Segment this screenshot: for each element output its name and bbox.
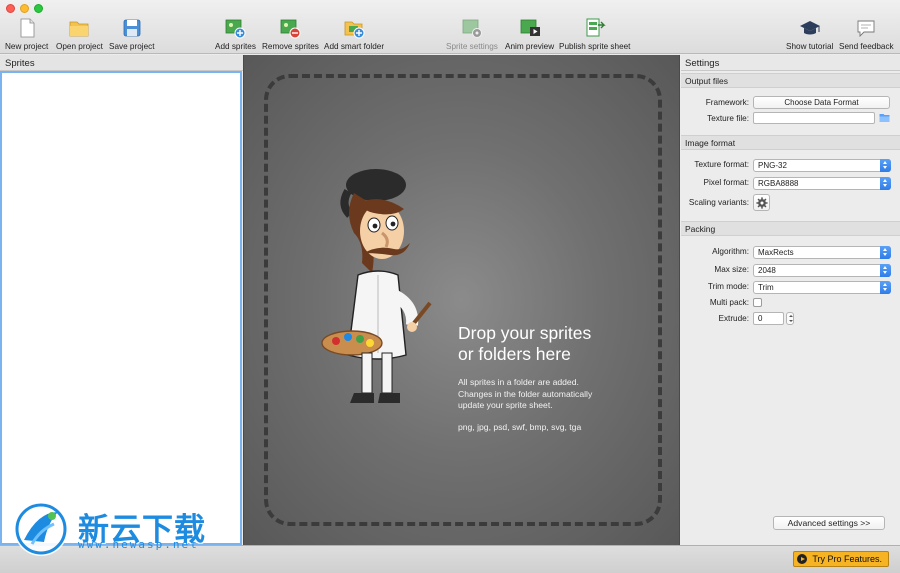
sprites-list[interactable] bbox=[0, 71, 242, 545]
drop-description-line2: Changes in the folder automatically bbox=[458, 388, 593, 399]
choose-data-format-button[interactable]: Choose Data Format bbox=[753, 96, 890, 109]
send-feedback-button[interactable]: Send feedback bbox=[839, 17, 894, 53]
film-play-icon bbox=[520, 19, 540, 36]
algorithm-value: MaxRects bbox=[758, 248, 794, 257]
watermark: 新云下载 www.newasp.net bbox=[6, 498, 226, 560]
speech-bubble-icon bbox=[857, 20, 875, 38]
anim-preview-button[interactable]: Anim preview bbox=[505, 17, 554, 53]
drop-title: Drop your sprites or folders here bbox=[458, 323, 658, 365]
pixel-format-label: Pixel format: bbox=[703, 178, 750, 187]
folder-add-icon bbox=[344, 21, 365, 39]
scaling-variants-label: Scaling variants: bbox=[688, 198, 749, 207]
algorithm-select[interactable]: MaxRects bbox=[753, 246, 891, 259]
multi-pack-checkbox[interactable] bbox=[753, 298, 762, 307]
new-project-button[interactable]: New project bbox=[5, 17, 48, 53]
try-pro-features-label: Try Pro Features. bbox=[812, 554, 882, 564]
texture-format-label: Texture format: bbox=[694, 160, 749, 169]
publish-sprite-sheet-label: Publish sprite sheet bbox=[559, 42, 631, 51]
texture-file-field[interactable] bbox=[753, 112, 875, 124]
algorithm-label: Algorithm: bbox=[712, 247, 749, 256]
watermark-logo-icon bbox=[14, 502, 68, 556]
extrude-stepper[interactable] bbox=[786, 312, 794, 325]
texture-file-label: Texture file: bbox=[707, 114, 749, 123]
folder-browse-icon[interactable] bbox=[879, 112, 890, 123]
publish-sprite-sheet-button[interactable]: Publish sprite sheet bbox=[559, 17, 630, 53]
pixel-format-select[interactable]: RGBA8888 bbox=[753, 177, 891, 190]
send-feedback-label: Send feedback bbox=[839, 42, 894, 51]
sprite-settings-button[interactable]: Sprite settings bbox=[446, 17, 498, 53]
open-project-button[interactable]: Open project bbox=[56, 17, 103, 53]
image-add-icon bbox=[226, 19, 246, 39]
remove-sprites-button[interactable]: Remove sprites bbox=[262, 17, 319, 53]
save-project-button[interactable]: Save project bbox=[109, 17, 155, 53]
drop-canvas[interactable]: Drop your sprites or folders here All sp… bbox=[243, 55, 680, 545]
gear-icon bbox=[755, 196, 768, 209]
multi-pack-label: Multi pack: bbox=[709, 298, 749, 307]
new-project-label: New project bbox=[5, 42, 49, 51]
sprites-panel-header: Sprites bbox=[0, 55, 243, 71]
drop-description: All sprites in a folder are added. Chang… bbox=[458, 377, 658, 412]
window-minimize-button[interactable] bbox=[20, 4, 29, 13]
image-format-header: Image format bbox=[681, 135, 900, 150]
show-tutorial-label: Show tutorial bbox=[786, 42, 834, 51]
watermark-url: www.newasp.net bbox=[78, 538, 199, 551]
chevron-updown-icon bbox=[880, 281, 891, 294]
window-close-button[interactable] bbox=[6, 4, 15, 13]
window-maximize-button[interactable] bbox=[34, 4, 43, 13]
chevron-updown-icon bbox=[880, 159, 891, 172]
open-project-label: Open project bbox=[56, 42, 103, 51]
settings-panel: Settings Output files Framework: Choose … bbox=[681, 55, 900, 545]
new-document-icon bbox=[20, 18, 35, 38]
sprite-settings-label: Sprite settings bbox=[446, 42, 498, 51]
advanced-settings-button[interactable]: Advanced settings >> bbox=[773, 516, 885, 530]
trim-mode-value: Trim bbox=[758, 283, 774, 292]
texture-format-select[interactable]: PNG-32 bbox=[753, 159, 891, 172]
trim-mode-label: Trim mode: bbox=[707, 282, 749, 291]
publish-icon bbox=[586, 18, 606, 37]
max-size-label: Max size: bbox=[714, 265, 749, 274]
add-sprites-button[interactable]: Add sprites bbox=[215, 17, 256, 53]
max-size-value: 2048 bbox=[758, 266, 776, 275]
add-smart-folder-label: Add smart folder bbox=[324, 42, 385, 51]
drop-title-line1: Drop your sprites bbox=[458, 323, 592, 343]
toolbar: New project Open project Save project Ad… bbox=[0, 0, 900, 54]
extrude-field[interactable]: 0 bbox=[753, 312, 784, 325]
chevron-updown-icon bbox=[880, 246, 891, 259]
drop-description-line1: All sprites in a folder are added. bbox=[458, 377, 579, 387]
trim-mode-select[interactable]: Trim bbox=[753, 281, 891, 294]
save-project-label: Save project bbox=[109, 42, 155, 51]
folder-open-icon bbox=[70, 21, 89, 37]
add-smart-folder-button[interactable]: Add smart folder bbox=[324, 17, 384, 53]
anim-preview-label: Anim preview bbox=[505, 42, 555, 51]
try-pro-features-button[interactable]: Try Pro Features. bbox=[793, 551, 889, 567]
image-remove-icon bbox=[281, 19, 301, 39]
play-circle-icon bbox=[797, 554, 808, 564]
chevron-down-icon bbox=[880, 264, 891, 277]
add-sprites-label: Add sprites bbox=[215, 42, 256, 51]
framework-label: Framework: bbox=[705, 98, 749, 107]
remove-sprites-label: Remove sprites bbox=[262, 42, 319, 51]
packing-header: Packing bbox=[681, 221, 900, 236]
pixel-format-value: RGBA8888 bbox=[758, 179, 799, 188]
supported-formats: png, jpg, psd, swf, bmp, svg, tga bbox=[458, 422, 582, 432]
output-files-header: Output files bbox=[681, 73, 900, 88]
show-tutorial-button[interactable]: Show tutorial bbox=[786, 17, 833, 53]
image-gear-icon bbox=[462, 19, 482, 38]
floppy-disk-icon bbox=[123, 19, 141, 37]
scaling-variants-button[interactable] bbox=[753, 194, 770, 211]
settings-title: Settings bbox=[681, 55, 900, 71]
texture-format-value: PNG-32 bbox=[758, 161, 787, 170]
max-size-combobox[interactable]: 2048 bbox=[753, 264, 891, 277]
graduation-cap-icon bbox=[799, 21, 820, 35]
painter-mascot-icon bbox=[321, 169, 432, 403]
extrude-label: Extrude: bbox=[718, 314, 750, 323]
drop-description-line3: update your sprite sheet. bbox=[458, 400, 553, 410]
drop-title-line2: or folders here bbox=[458, 344, 571, 364]
chevron-updown-icon bbox=[880, 177, 891, 190]
